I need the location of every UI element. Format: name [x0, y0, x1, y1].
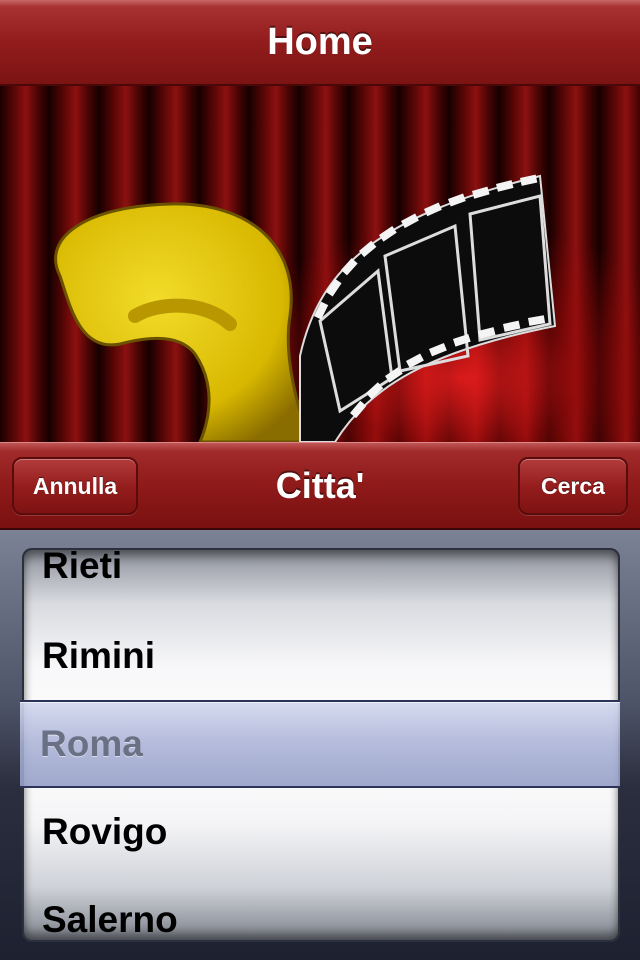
search-button[interactable]: Cerca [518, 457, 628, 515]
picker-title: Citta' [275, 465, 365, 506]
cancel-button[interactable]: Annulla [12, 457, 138, 515]
picker-item[interactable]: Salerno [42, 876, 602, 942]
picker-item[interactable]: Rimini [42, 612, 602, 700]
picker-toolbar: Annulla Citta' Cerca [0, 442, 640, 530]
navigation-bar: Home [0, 0, 640, 86]
selected-city: Roma [40, 723, 143, 764]
picker-selection-indicator[interactable]: Roma [20, 700, 620, 788]
nav-title: Home [267, 20, 373, 63]
picker-item[interactable]: Rovigo [42, 788, 602, 876]
picker-item[interactable]: Rieti [42, 548, 602, 610]
banner-image [0, 86, 640, 442]
cinema-logo-graphic [54, 174, 557, 442]
